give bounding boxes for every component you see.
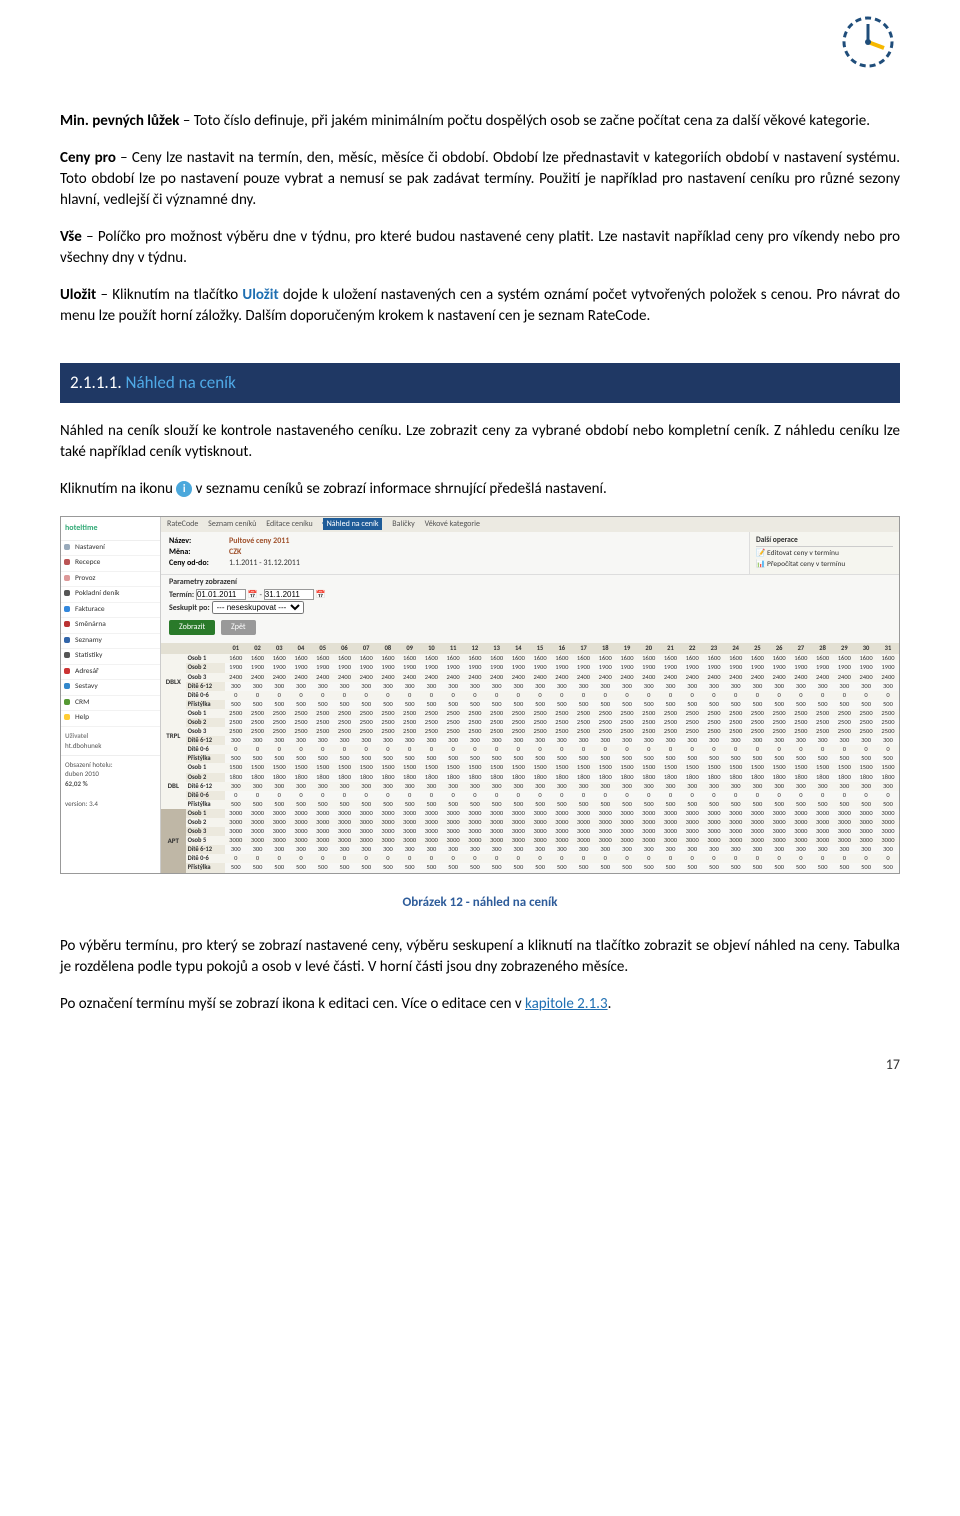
paragraph-nahled-intro: Náhled na ceník slouží ke kontrole nasta…: [60, 421, 900, 463]
show-button[interactable]: Zobrazit: [169, 620, 215, 635]
clock-logo-icon: [836, 10, 900, 74]
sidebar-item[interactable]: CRM: [61, 696, 160, 712]
side-op-recalc[interactable]: 📊 Přepočítat ceny v termínu: [756, 560, 893, 571]
tab-seznam[interactable]: Seznam ceníků: [208, 519, 256, 529]
sidebar-item[interactable]: Help: [61, 711, 160, 727]
occupancy-block: Obsazení hotelu: duben 2010 62,02 % vers…: [61, 755, 160, 813]
sidebar-item[interactable]: Statistiky: [61, 649, 160, 665]
sidebar-item[interactable]: Fakturace: [61, 603, 160, 619]
paragraph-po-oznaceni: Po označení termínu myší se zobrazí ikon…: [60, 994, 900, 1015]
sidebar-item[interactable]: Seznamy: [61, 634, 160, 650]
paragraph-po-vyberu: Po výběru termínu, pro který se zobrazí …: [60, 936, 900, 978]
paragraph-ceny-pro: Ceny pro – Ceny lze nastavit na termín, …: [60, 148, 900, 211]
page-number: 17: [60, 1055, 900, 1075]
tab-nahled[interactable]: Náhled na ceník: [323, 518, 383, 530]
section-heading-nahled: 2.1.1.1. Náhled na ceník: [60, 363, 900, 403]
pricelist-info: Název:Pultové ceny 2011 Měna:CZK Ceny od…: [161, 532, 749, 575]
main-menu: Nastavení Recepce Provoz Pokladní deník …: [61, 541, 160, 727]
tab-vekove[interactable]: Věkové kategorie: [425, 519, 480, 529]
info-icon: i: [176, 481, 192, 497]
screenshot-pricelist-preview: hoteltime Nastavení Recepce Provoz Pokla…: [60, 516, 900, 874]
side-op-edit[interactable]: 📝 Editovat ceny v termínu: [756, 549, 893, 560]
sidebar-item[interactable]: Směnárna: [61, 618, 160, 634]
back-button[interactable]: Zpět: [221, 620, 256, 635]
sidebar-item[interactable]: Sestavy: [61, 680, 160, 696]
chapter-link[interactable]: kapitole 2.1.3: [525, 995, 608, 1013]
figure-caption: Obrázek 12 - náhled na ceník: [60, 894, 900, 912]
paragraph-vse: Vše – Políčko pro možnost výběru dne v t…: [60, 227, 900, 269]
user-block: Uživatelht.dbohunek: [61, 727, 160, 755]
app-logo: hoteltime: [61, 517, 160, 541]
sidebar-item[interactable]: Nastavení: [61, 541, 160, 557]
breadcrumb-tabs: RateCode Seznam ceníků Editace ceníku Ná…: [161, 517, 899, 532]
page-header-logo: [60, 0, 900, 111]
side-operations: Další operace 📝 Editovat ceny v termínu …: [749, 532, 899, 575]
tab-ratecode[interactable]: RateCode: [167, 519, 198, 529]
term-to-input[interactable]: [264, 589, 314, 600]
group-select[interactable]: --- neseskupovat ---: [212, 601, 304, 614]
paragraph-kliknutim-icon: Kliknutím na ikonu i v seznamu ceníků se…: [60, 479, 900, 500]
paragraph-ulozit: Uložit – Kliknutím na tlačítko Uložit do…: [60, 285, 900, 327]
sidebar-item[interactable]: Recepce: [61, 556, 160, 572]
term-from-input[interactable]: [196, 589, 246, 600]
sidebar-item[interactable]: Provoz: [61, 572, 160, 588]
paragraph-min-pevnych: Min. pevných lůžek – Toto číslo definuje…: [60, 111, 900, 132]
tab-editace[interactable]: Editace ceníku: [266, 519, 313, 529]
display-params: Parametry zobrazení Termín: 📅 - 📅 Seskup…: [161, 574, 899, 616]
price-table: 0102030405060708091011121314151617181920…: [161, 643, 899, 872]
sidebar-item[interactable]: Adresář: [61, 665, 160, 681]
tab-balicky[interactable]: Balíčky: [392, 519, 415, 529]
sidebar-item[interactable]: Pokladní deník: [61, 587, 160, 603]
